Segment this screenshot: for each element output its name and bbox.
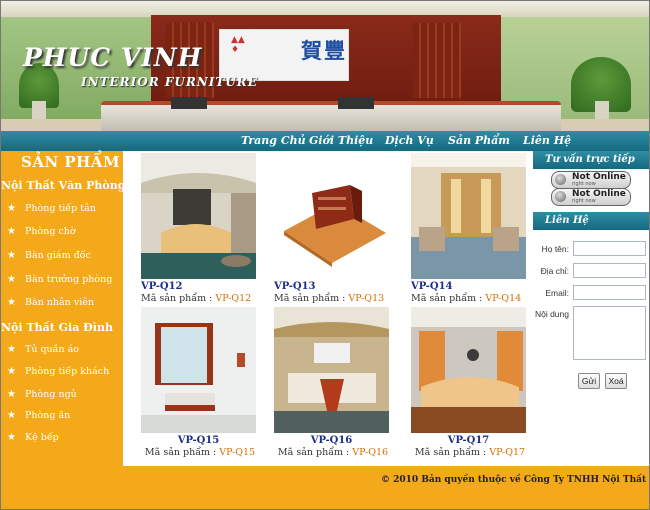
star-icon: ★: [7, 366, 16, 377]
contact-heading: Liên Hệ: [533, 212, 649, 230]
sidebar-item-reception[interactable]: ★ Phòng tiếp tân: [7, 203, 96, 219]
product-image: [274, 307, 389, 433]
main-nav: Trang Chủ Giới Thiệu Dịch Vụ Sản Phẩm Li…: [1, 131, 649, 151]
product-image: [411, 307, 526, 433]
product-code: VP-Q13: [274, 281, 316, 292]
content-textarea[interactable]: [573, 306, 646, 360]
sidebar-item-living-room[interactable]: ★ Phòng tiếp khách: [7, 366, 109, 382]
star-icon: ★: [7, 410, 16, 421]
sidebar-group-home[interactable]: Nội Thất Gia Đình: [1, 321, 113, 334]
star-icon: ★: [7, 297, 16, 308]
product-sku: Mã sản phẩm : VP-Q15: [144, 447, 256, 458]
star-icon: ★: [7, 226, 16, 237]
sidebar-group-office[interactable]: Nội Thất Văn Phòng: [1, 179, 125, 192]
product-image: [141, 307, 256, 433]
online-status-button[interactable]: Not Online right now: [551, 171, 631, 189]
product-sku: Mã sản phẩm : VP-Q13: [274, 293, 385, 304]
product-card[interactable]: VP-Q15 Mã sản phẩm : VP-Q15: [141, 307, 261, 465]
product-sku: Mã sản phẩm : VP-Q12: [141, 293, 252, 304]
product-code: VP-Q12: [141, 281, 183, 292]
category-sidebar: SẢN PHẨM Nội Thất Văn Phòng ★ Phòng tiếp …: [1, 151, 125, 466]
sidebar-item-director-desk[interactable]: ★ Bàn giám đốc: [7, 250, 91, 266]
messenger-icon: [555, 174, 566, 185]
clear-button[interactable]: Xoá: [605, 373, 627, 389]
page: ▲▲ ♦ 賀豐 PHUC VINH INTERIOR FURNITURE Tran…: [0, 0, 650, 510]
address-label: Địa chỉ:: [540, 266, 569, 276]
product-image: [141, 153, 256, 279]
product-code: VP-Q16: [310, 435, 353, 446]
nav-about[interactable]: Giới Thiệu: [309, 134, 373, 147]
brand-subtitle: INTERIOR FURNITURE: [81, 75, 258, 89]
product-grid: VP-Q12 Mã sản phẩm : VP-Q12 VP-Q13 Mã sả…: [123, 151, 533, 466]
nav-products[interactable]: Sản Phẩm: [448, 134, 510, 147]
product-card[interactable]: VP-Q12 Mã sản phẩm : VP-Q12: [141, 153, 261, 311]
star-icon: ★: [7, 432, 16, 443]
product-code: VP-Q14: [411, 281, 453, 292]
product-card[interactable]: VP-Q16 Mã sản phẩm : VP-Q16: [274, 307, 394, 465]
submit-button[interactable]: Gửi: [578, 373, 600, 389]
sidebar-item-dining-room[interactable]: ★ Phòng ăn: [7, 410, 70, 426]
product-card[interactable]: VP-Q17 Mã sản phẩm : VP-Q17: [411, 307, 531, 465]
star-icon: ★: [7, 250, 16, 261]
product-sku: Mã sản phẩm : VP-Q16: [277, 447, 389, 458]
product-sku: Mã sản phẩm : VP-Q14: [411, 293, 522, 304]
name-field[interactable]: [573, 241, 646, 256]
brand-title: PHUC VINH: [23, 43, 203, 72]
messenger-icon: [555, 191, 566, 202]
product-code: VP-Q17: [447, 435, 490, 446]
footer: © 2010 Bản quyền thuộc về Công Ty TNHH N…: [1, 466, 649, 509]
sidebar-item-wardrobe[interactable]: ★ Tủ quần áo: [7, 344, 79, 360]
sign-text: 賀豐: [301, 39, 347, 63]
sidebar-item-bedroom[interactable]: ★ Phòng ngủ: [7, 389, 77, 405]
reception-counter: [101, 101, 561, 131]
nav-home[interactable]: Trang Chủ: [241, 134, 306, 147]
product-card[interactable]: VP-Q14 Mã sản phẩm : VP-Q14: [411, 153, 531, 311]
product-image: [411, 153, 526, 279]
sidebar-item-staff-desk[interactable]: ★ Bàn nhân viên: [7, 297, 94, 313]
nav-services[interactable]: Dịch Vụ: [385, 134, 434, 147]
star-icon: ★: [7, 344, 16, 355]
sidebar-item-waiting-room[interactable]: ★ Phòng chờ: [7, 226, 76, 242]
email-field[interactable]: [573, 285, 646, 300]
sign-logo-icon: ▲▲ ♦: [231, 35, 245, 55]
address-field[interactable]: [573, 263, 646, 278]
header-banner: ▲▲ ♦ 賀豐 PHUC VINH INTERIOR FURNITURE: [1, 1, 649, 131]
name-label: Họ tên:: [541, 244, 569, 254]
product-sku: Mã sản phẩm : VP-Q17: [414, 447, 526, 458]
star-icon: ★: [7, 274, 16, 285]
star-icon: ★: [7, 389, 16, 400]
product-code: VP-Q15: [177, 435, 220, 446]
sidebar-item-kitchen-shelf[interactable]: ★ Kệ bếp: [7, 432, 59, 448]
online-status-button[interactable]: Not Online right now: [551, 188, 631, 206]
support-heading: Tư vấn trực tiếp: [533, 151, 649, 169]
sidebar-item-manager-desk[interactable]: ★ Bàn trưởng phòng: [7, 274, 112, 290]
nav-contact[interactable]: Liên Hệ: [523, 134, 571, 147]
product-card[interactable]: VP-Q13 Mã sản phẩm : VP-Q13: [274, 153, 394, 311]
right-sidebar: Tư vấn trực tiếp Not Online right now No…: [533, 151, 649, 466]
email-label: Email:: [545, 288, 569, 298]
star-icon: ★: [7, 203, 16, 214]
product-image: [274, 153, 389, 279]
copyright-text: © 2010 Bản quyền thuộc về Công Ty TNHH N…: [381, 475, 649, 485]
content-label: Nội dung: [534, 309, 569, 319]
sidebar-heading: SẢN PHẨM: [21, 153, 121, 171]
